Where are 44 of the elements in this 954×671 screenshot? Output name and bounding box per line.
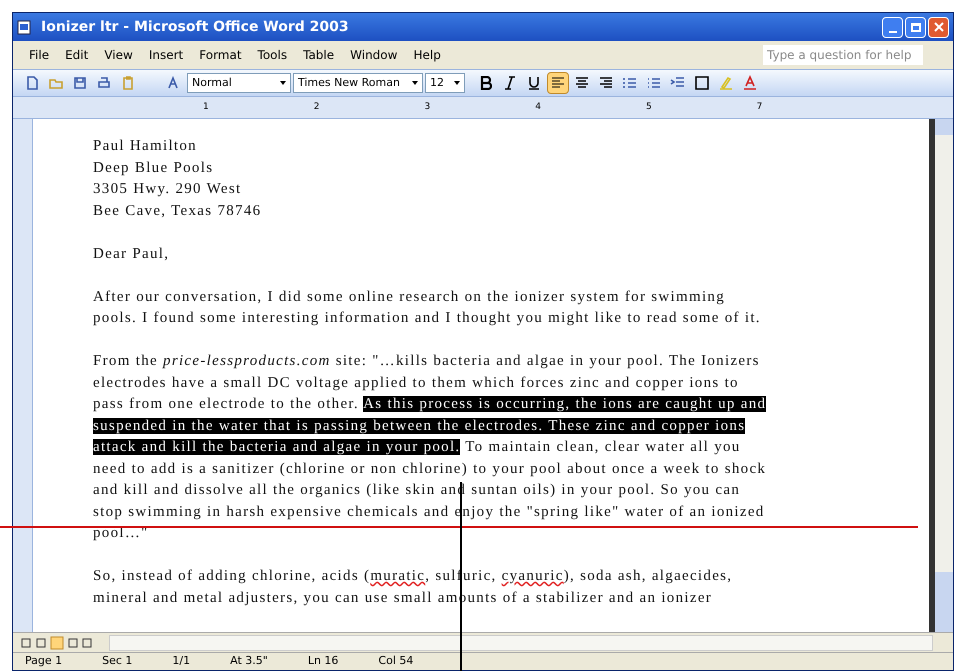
horizontal-scrollbar[interactable] bbox=[109, 634, 933, 650]
word-document-icon bbox=[17, 19, 33, 35]
menu-item[interactable]: File bbox=[21, 46, 58, 64]
menu-item[interactable]: Window bbox=[342, 46, 406, 64]
menu-item[interactable]: Tools bbox=[250, 46, 296, 64]
menu-item[interactable]: View bbox=[96, 46, 141, 64]
style-dropdown[interactable]: Normal bbox=[187, 73, 291, 93]
window-title: Ionizer ltr - Microsoft Office Word 2003 bbox=[41, 18, 349, 36]
ruler-number: 5 bbox=[646, 100, 652, 114]
close-icon bbox=[934, 22, 944, 32]
address-line: 3305 Hwy. 290 West bbox=[93, 180, 242, 199]
address-line: Deep Blue Pools bbox=[93, 158, 214, 178]
status-item: Ln 16 bbox=[308, 653, 338, 670]
vertical-scrollbar[interactable] bbox=[935, 119, 953, 632]
maximize-button[interactable] bbox=[905, 16, 926, 38]
paragraph: After our conversation, I did some online research on the ionizer system for swimming pools. I found some interesting information and I thought you might like to read some of it. bbox=[93, 288, 762, 328]
menu-item[interactable]: Table bbox=[295, 46, 342, 64]
menu-item[interactable]: Insert bbox=[140, 46, 192, 64]
ruler-number: 1 bbox=[203, 100, 209, 114]
align-left-icon bbox=[551, 77, 565, 89]
italic-icon bbox=[504, 76, 516, 90]
address-line: Paul Hamilton bbox=[93, 137, 198, 156]
bold-icon bbox=[480, 76, 492, 90]
status-item: Page 1 bbox=[25, 653, 62, 670]
help-search-field[interactable]: Type a question for help bbox=[763, 45, 923, 65]
menu-item[interactable]: Help bbox=[405, 46, 449, 64]
status-item: At 3.5" bbox=[230, 653, 268, 670]
ruler-number: 3 bbox=[424, 100, 430, 114]
status-item: Sec 1 bbox=[102, 653, 132, 670]
close-button[interactable] bbox=[928, 16, 949, 38]
address-line: Bee Cave, Texas 78746 bbox=[93, 202, 262, 220]
align-left-button[interactable] bbox=[547, 72, 569, 94]
ruler-number: 2 bbox=[314, 100, 320, 114]
ruler-number: 7 bbox=[756, 100, 762, 114]
paragraph: Dear Paul, bbox=[93, 244, 170, 264]
ruler-number: 4 bbox=[535, 100, 541, 114]
status-item: 1/1 bbox=[172, 653, 190, 670]
underline-icon bbox=[528, 76, 540, 90]
menu-item[interactable]: Edit bbox=[57, 46, 96, 64]
status-item: Col 54 bbox=[378, 653, 414, 670]
font-size-dropdown[interactable]: 12 bbox=[425, 73, 465, 93]
minimize-button[interactable] bbox=[882, 16, 903, 38]
font-dropdown[interactable]: Times New Roman bbox=[293, 73, 423, 93]
menu-item[interactable]: Format bbox=[191, 46, 250, 64]
